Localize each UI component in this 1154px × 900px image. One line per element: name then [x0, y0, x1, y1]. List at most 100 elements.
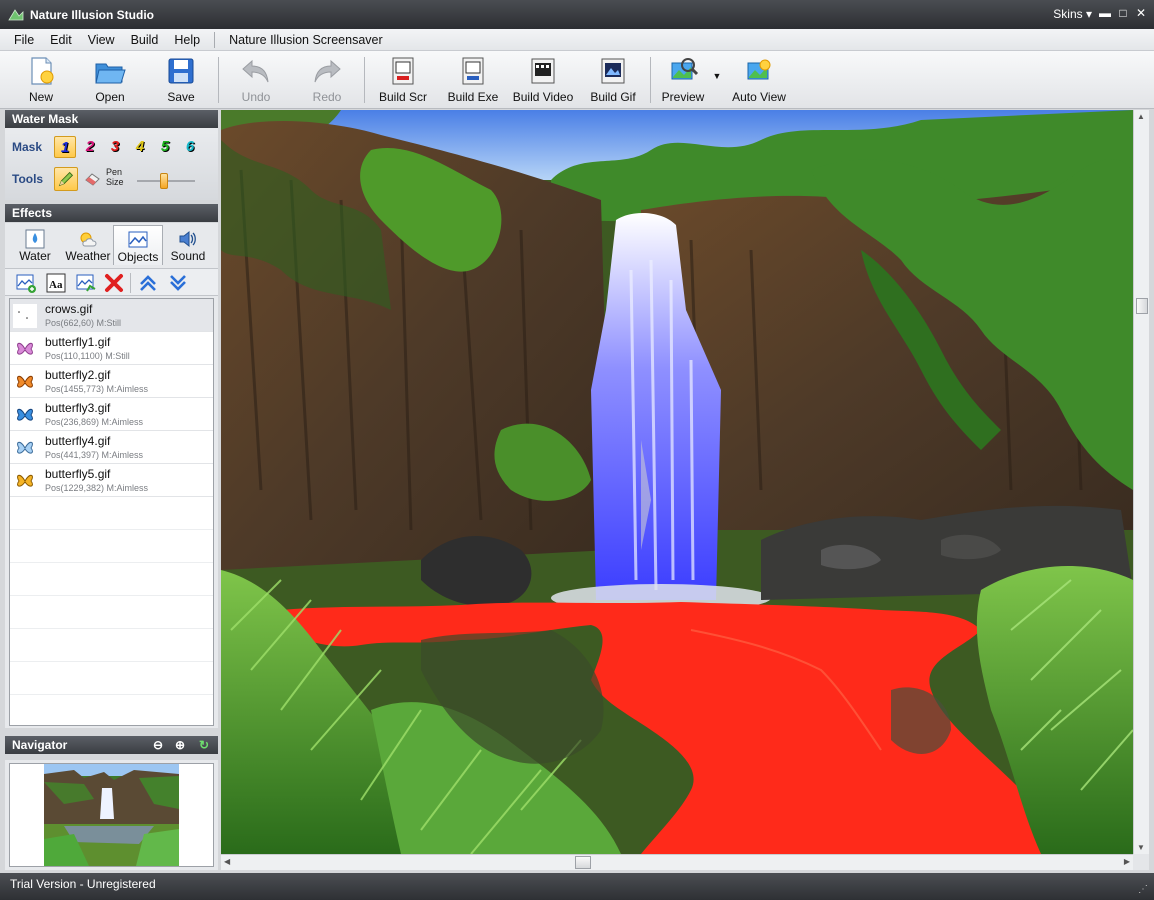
object-name: butterfly3.gif — [45, 401, 111, 415]
vertical-scrollbar[interactable]: ▲ ▼ — [1133, 110, 1149, 854]
resize-grip-icon[interactable]: ⋰ — [1138, 879, 1148, 900]
tab-objects[interactable]: Objects — [113, 225, 163, 265]
scroll-down-icon[interactable]: ▼ — [1137, 843, 1145, 852]
mask-3-label: 3 — [110, 138, 120, 155]
close-button[interactable]: ✕ — [1134, 6, 1148, 20]
mask-2-button[interactable]: 2 — [79, 136, 101, 158]
tab-water[interactable]: Water — [11, 225, 59, 265]
navigator-header: Navigator ⊖ ⊕ ↻ — [5, 736, 218, 754]
redo-button[interactable]: Redo — [310, 55, 344, 104]
horizontal-scrollbar[interactable]: ◀ ▶ — [221, 854, 1133, 870]
auto-view-label: Auto View — [732, 90, 786, 104]
build-exe-label: Build Exe — [447, 90, 499, 104]
mask-5-button[interactable]: 5 — [154, 136, 176, 158]
mask-5-label: 5 — [160, 138, 170, 155]
save-label: Save — [167, 90, 195, 104]
refresh-icon[interactable]: ↻ — [197, 738, 211, 752]
menu-help[interactable]: Help — [166, 33, 208, 47]
empty-row — [10, 530, 213, 563]
navigator-thumbnail[interactable] — [44, 764, 179, 866]
mask-6-button[interactable]: 6 — [179, 136, 201, 158]
scroll-corner — [1133, 854, 1149, 870]
zoom-in-icon[interactable]: ⊕ — [173, 738, 187, 752]
undo-button[interactable]: Undo — [238, 55, 274, 104]
toolbar-separator — [650, 57, 651, 103]
list-item[interactable]: butterfly3.gif Pos(236,869) M:Aimless — [10, 398, 213, 431]
water-mask-panel: Mask 1 2 3 4 5 6 Tools Pen Size — [5, 128, 218, 200]
objects-list[interactable]: crows.gif Pos(662,60) M:Still butterfly1… — [9, 298, 214, 726]
build-gif-button[interactable]: Build Gif — [588, 55, 638, 104]
preview-magnifier-icon — [671, 58, 699, 80]
menu-file[interactable]: File — [6, 33, 42, 47]
menu-separator — [214, 31, 216, 48]
move-up-icon[interactable] — [137, 272, 159, 294]
butterfly-yellow-icon — [17, 474, 33, 487]
tab-sound[interactable]: Sound — [165, 225, 211, 265]
undo-label: Undo — [241, 90, 271, 104]
pen-tool-button[interactable] — [54, 167, 78, 191]
chevron-down-icon: ▾ — [1085, 7, 1092, 21]
zoom-out-icon[interactable]: ⊖ — [151, 738, 165, 752]
gif-image-icon — [601, 58, 625, 84]
scroll-right-icon[interactable]: ▶ — [1124, 857, 1130, 866]
empty-row — [10, 695, 213, 725]
menu-build[interactable]: Build — [123, 33, 167, 47]
mask-4-button[interactable]: 4 — [129, 136, 151, 158]
save-button[interactable]: Save — [164, 55, 198, 104]
water-icon — [25, 229, 45, 249]
tab-weather[interactable]: Weather — [63, 225, 113, 265]
weather-sun-cloud-icon — [80, 232, 97, 247]
new-button[interactable]: New — [24, 55, 58, 104]
butterfly-blue-icon — [17, 408, 33, 421]
preview-button[interactable]: Preview — [660, 55, 706, 104]
list-item[interactable]: butterfly4.gif Pos(441,397) M:Aimless — [10, 431, 213, 464]
mask-1-label: 1 — [60, 139, 70, 156]
menu-nature-illusion-screensaver[interactable]: Nature Illusion Screensaver — [221, 33, 391, 47]
move-down-icon[interactable] — [167, 272, 189, 294]
add-text-icon[interactable]: Aa — [45, 272, 67, 294]
vertical-scroll-thumb[interactable] — [1136, 298, 1148, 314]
menu-view[interactable]: View — [80, 33, 123, 47]
menu-edit[interactable]: Edit — [42, 33, 80, 47]
object-info: Pos(110,1100) M:Still — [45, 351, 130, 361]
object-info: Pos(662,60) M:Still — [45, 318, 122, 328]
build-video-button[interactable]: Build Video — [511, 55, 575, 104]
list-item[interactable]: butterfly2.gif Pos(1455,773) M:Aimless — [10, 365, 213, 398]
add-object-icon[interactable] — [15, 272, 37, 294]
minimize-button[interactable]: ▬ — [1098, 6, 1112, 20]
image-canvas[interactable] — [221, 110, 1133, 854]
title-bar: Nature Illusion Studio Skins ▾ ▬ □ ✕ — [0, 0, 1154, 29]
waterfall-scene-image[interactable] — [221, 110, 1133, 854]
scroll-up-icon[interactable]: ▲ — [1137, 112, 1145, 121]
empty-row — [10, 596, 213, 629]
maximize-button[interactable]: □ — [1116, 6, 1130, 20]
list-item[interactable]: crows.gif Pos(662,60) M:Still — [10, 299, 213, 332]
edit-object-icon[interactable] — [75, 272, 97, 294]
open-button[interactable]: Open — [92, 55, 128, 104]
pen-size-slider-thumb[interactable] — [159, 173, 168, 189]
skins-menu[interactable]: Skins ▾ — [1053, 7, 1092, 21]
build-exe-icon — [462, 57, 484, 85]
auto-view-button[interactable]: Auto View — [730, 55, 788, 104]
water-mask-header: Water Mask — [5, 110, 218, 128]
eraser-icon[interactable] — [84, 171, 102, 187]
mask-3-button[interactable]: 3 — [104, 136, 126, 158]
delete-object-icon[interactable] — [103, 272, 125, 294]
preview-dropdown-button[interactable]: ▼ — [712, 71, 722, 81]
build-scr-button[interactable]: Build Scr — [378, 55, 428, 104]
list-item[interactable]: butterfly1.gif Pos(110,1100) M:Still — [10, 332, 213, 365]
list-item[interactable]: butterfly5.gif Pos(1229,382) M:Aimless — [10, 464, 213, 497]
preview-label: Preview — [661, 90, 705, 104]
new-label: New — [28, 90, 53, 104]
skins-label: Skins — [1053, 7, 1083, 21]
butterfly-pink-icon — [17, 342, 33, 355]
build-video-label: Build Video — [512, 90, 574, 104]
build-exe-button[interactable]: Build Exe — [447, 55, 499, 104]
scroll-left-icon[interactable]: ◀ — [224, 857, 230, 866]
empty-row — [10, 497, 213, 530]
horizontal-scroll-thumb[interactable] — [575, 856, 591, 869]
object-name: butterfly5.gif — [45, 467, 111, 481]
mask-1-button[interactable]: 1 — [54, 136, 76, 158]
butterfly-lightblue-icon — [17, 441, 33, 454]
toolbar-separator — [130, 273, 131, 293]
